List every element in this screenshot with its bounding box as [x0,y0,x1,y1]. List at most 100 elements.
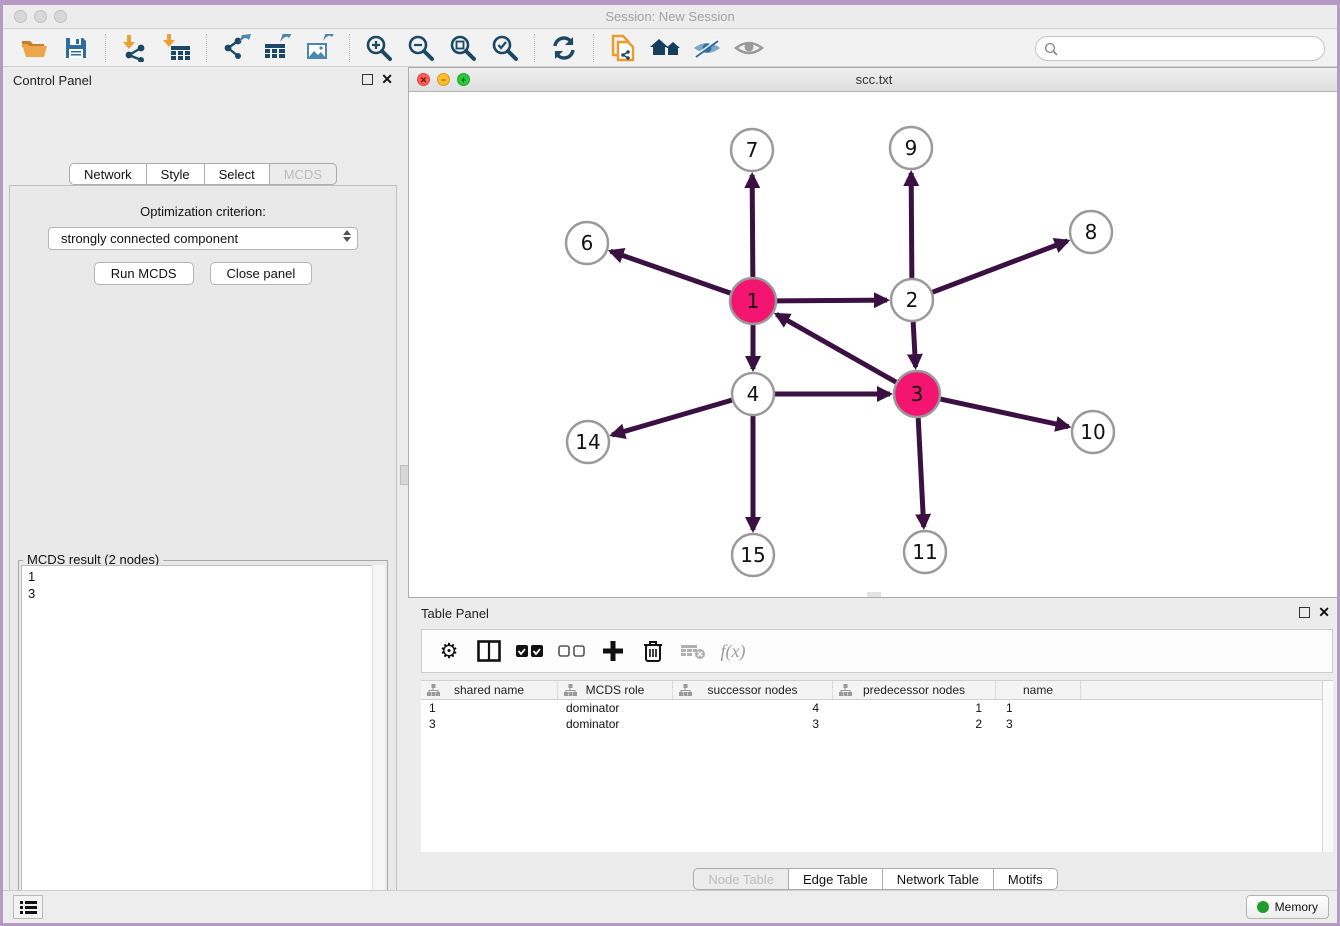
graph-edge-3-1[interactable] [776,314,896,382]
table-toolbar: ⚙ f(x) [421,629,1333,673]
column-header-name[interactable]: name [996,681,1081,699]
network-window-titlebar[interactable]: ✕ − + scc.txt [409,68,1339,92]
cell-mcds-role: dominator [558,700,673,716]
column-header-mcds-role[interactable]: MCDS role [558,681,673,699]
eye-crossed-icon[interactable] [690,33,724,63]
column-header-shared-name[interactable]: shared name [421,681,558,699]
hierarchy-icon [427,684,440,697]
delete-column-trash-icon[interactable] [640,639,666,663]
table-row[interactable]: 3 dominator 3 2 3 [421,716,1333,732]
criterion-dropdown[interactable]: strongly connected component [48,227,358,250]
edge-layer [611,173,1069,530]
table-row[interactable]: 1 dominator 4 1 1 [421,700,1333,716]
graph-node-label-11: 11 [912,540,937,564]
tab-edge-table[interactable]: Edge Table [789,868,883,890]
tab-motifs[interactable]: Motifs [994,868,1058,890]
network-canvas[interactable]: 7968124314101511 [409,92,1339,597]
application-window: Session: New Session [0,0,1340,926]
graph-edge-1-6[interactable] [611,251,731,293]
graph-node-label-3: 3 [911,382,924,406]
tab-network[interactable]: Network [69,163,147,185]
list-icon [20,900,37,915]
float-table-panel-icon[interactable] [1299,607,1310,618]
search-input[interactable] [1058,41,1324,56]
result-scrollbar[interactable] [372,565,385,926]
window-resize-handle[interactable] [867,592,881,597]
mcds-tab-content: Optimization criterion: strongly connect… [9,185,397,926]
column-header-successor-nodes[interactable]: successor nodes [673,681,833,699]
tab-style[interactable]: Style [147,163,205,185]
graph-edge-3-10[interactable] [940,399,1068,427]
memory-label: Memory [1275,900,1318,914]
import-network-icon[interactable] [118,33,152,63]
graph-edge-3-11[interactable] [918,418,924,527]
refresh-layout-icon[interactable] [547,33,581,63]
table-panel-tabs: Node Table Edge Table Network Table Moti… [408,868,1340,890]
add-column-icon[interactable] [600,640,626,662]
cell-predecessor-nodes: 1 [833,700,996,716]
close-table-panel-icon[interactable]: ✕ [1318,604,1330,621]
window-title: Session: New Session [3,9,1337,24]
toolbar-separator [593,34,594,62]
table-scrollbar[interactable] [1322,681,1333,852]
node-table[interactable]: shared name MCDS role successor nodes pr… [421,680,1333,852]
float-panel-icon[interactable] [362,74,373,85]
graph-node-label-7: 7 [746,138,759,162]
toolbar-separator [534,34,535,62]
graph-node-label-1: 1 [747,289,760,313]
tab-mcds[interactable]: MCDS [270,163,337,185]
tab-select[interactable]: Select [205,163,270,185]
show-panels-button[interactable] [13,895,43,919]
graph-edge-1-7[interactable] [752,175,753,277]
select-all-columns-icon[interactable] [516,644,544,658]
pages-share-icon[interactable] [606,33,640,63]
cell-name: 1 [996,700,1081,716]
open-file-icon[interactable] [17,33,51,63]
eye-icon[interactable] [732,33,766,63]
search-icon [1044,42,1058,56]
export-image-icon[interactable] [303,33,337,63]
graph-edge-2-8[interactable] [933,241,1068,292]
dropdown-stepper-icon [343,230,351,242]
cell-mcds-role: dominator [558,716,673,732]
cell-successor-nodes: 3 [673,716,833,732]
mcds-result-groupbox: MCDS result (2 nodes) 1 3 [18,560,388,926]
cell-shared-name: 3 [421,716,558,732]
zoom-in-icon[interactable] [362,33,396,63]
export-network-icon[interactable] [219,33,253,63]
column-layout-icon[interactable] [476,640,502,662]
graph-edge-2-3[interactable] [913,322,915,367]
zoom-fit-icon[interactable] [446,33,480,63]
export-table-icon[interactable] [261,33,295,63]
graph-edge-4-14[interactable] [612,400,732,435]
table-panel-title: Table Panel [421,606,489,621]
tab-node-table[interactable]: Node Table [693,868,789,890]
run-mcds-button[interactable]: Run MCDS [94,262,194,285]
memory-status-icon [1257,901,1269,913]
memory-button[interactable]: Memory [1246,895,1329,919]
import-table-icon[interactable] [160,33,194,63]
table-panel: Table Panel ✕ ⚙ f(x) [408,600,1340,898]
search-field[interactable] [1035,36,1325,61]
cell-predecessor-nodes: 2 [833,716,996,732]
close-panel-icon[interactable]: ✕ [381,71,393,88]
save-session-icon[interactable] [59,33,93,63]
graph-edge-1-2[interactable] [777,300,887,301]
hierarchy-icon [564,684,577,697]
network-view-window: ✕ − + scc.txt 7968124314101511 [408,67,1340,598]
tab-network-table[interactable]: Network Table [883,868,994,890]
houses-icon[interactable] [648,33,682,63]
status-bar: Memory [3,890,1337,923]
control-panel-header: Control Panel ✕ [3,67,403,95]
zoom-out-icon[interactable] [404,33,438,63]
deselect-all-columns-icon[interactable] [558,644,586,658]
graph-edge-2-9[interactable] [911,173,912,278]
column-header-predecessor-nodes[interactable]: predecessor nodes [833,681,996,699]
mcds-result-list[interactable]: 1 3 [21,565,385,926]
window-titlebar: Session: New Session [3,5,1337,29]
graph-node-label-9: 9 [905,136,918,160]
table-settings-gear-icon[interactable]: ⚙ [436,639,462,663]
close-panel-button[interactable]: Close panel [210,262,313,285]
zoom-selected-icon[interactable] [488,33,522,63]
control-panel: Control Panel ✕ Network Style Select MCD… [3,67,403,898]
